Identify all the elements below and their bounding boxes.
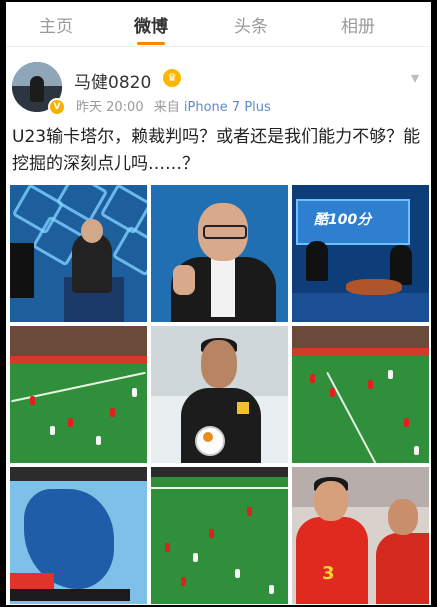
username[interactable]: 马健0820 bbox=[74, 68, 151, 93]
chevron-down-icon[interactable]: ▾ bbox=[411, 68, 419, 87]
post-device[interactable]: iPhone 7 Plus bbox=[184, 100, 271, 115]
image-match-3[interactable] bbox=[151, 467, 288, 604]
image-studio-wide[interactable]: 酷100分 bbox=[292, 185, 429, 322]
tab-album[interactable]: 相册 bbox=[328, 12, 388, 37]
image-players-close[interactable]: 3 bbox=[292, 467, 429, 604]
tab-weibo[interactable]: 微博 bbox=[121, 12, 181, 37]
image-map-graphic[interactable] bbox=[10, 467, 147, 604]
tab-home[interactable]: 主页 bbox=[26, 12, 86, 37]
weibo-profile-page: 主页 微博 头条 相册 V 马健0820 ♛ ▾ 昨天 20:00 来自 iPh… bbox=[6, 2, 431, 605]
post-time: 昨天 20:00 bbox=[76, 100, 144, 115]
tab-headlines[interactable]: 头条 bbox=[221, 12, 281, 37]
studio-screen-text: 酷100分 bbox=[314, 212, 372, 228]
post-meta: 昨天 20:00 来自 iPhone 7 Plus bbox=[76, 96, 271, 115]
active-tab-indicator bbox=[137, 42, 165, 45]
image-referee[interactable] bbox=[151, 326, 288, 463]
verified-badge-icon: V bbox=[48, 98, 66, 116]
image-grid: 酷100分 3 bbox=[10, 185, 430, 605]
image-studio-hexwall[interactable] bbox=[10, 185, 147, 322]
image-match-1[interactable] bbox=[10, 326, 147, 463]
crown-icon: ♛ bbox=[163, 69, 181, 87]
post-text: U23输卡塔尔，赖裁判吗？或者还是我们能力不够？能挖掘的深刻点儿吗……？ bbox=[12, 127, 421, 174]
post-from-label: 来自 bbox=[153, 100, 180, 115]
jersey-number: 3 bbox=[322, 563, 335, 584]
profile-tabs: 主页 微博 头条 相册 bbox=[6, 2, 431, 47]
screen-frame: 主页 微博 头条 相册 V 马健0820 ♛ ▾ 昨天 20:00 来自 iPh… bbox=[0, 0, 437, 607]
image-match-2[interactable] bbox=[292, 326, 429, 463]
image-pundit[interactable] bbox=[151, 185, 288, 322]
